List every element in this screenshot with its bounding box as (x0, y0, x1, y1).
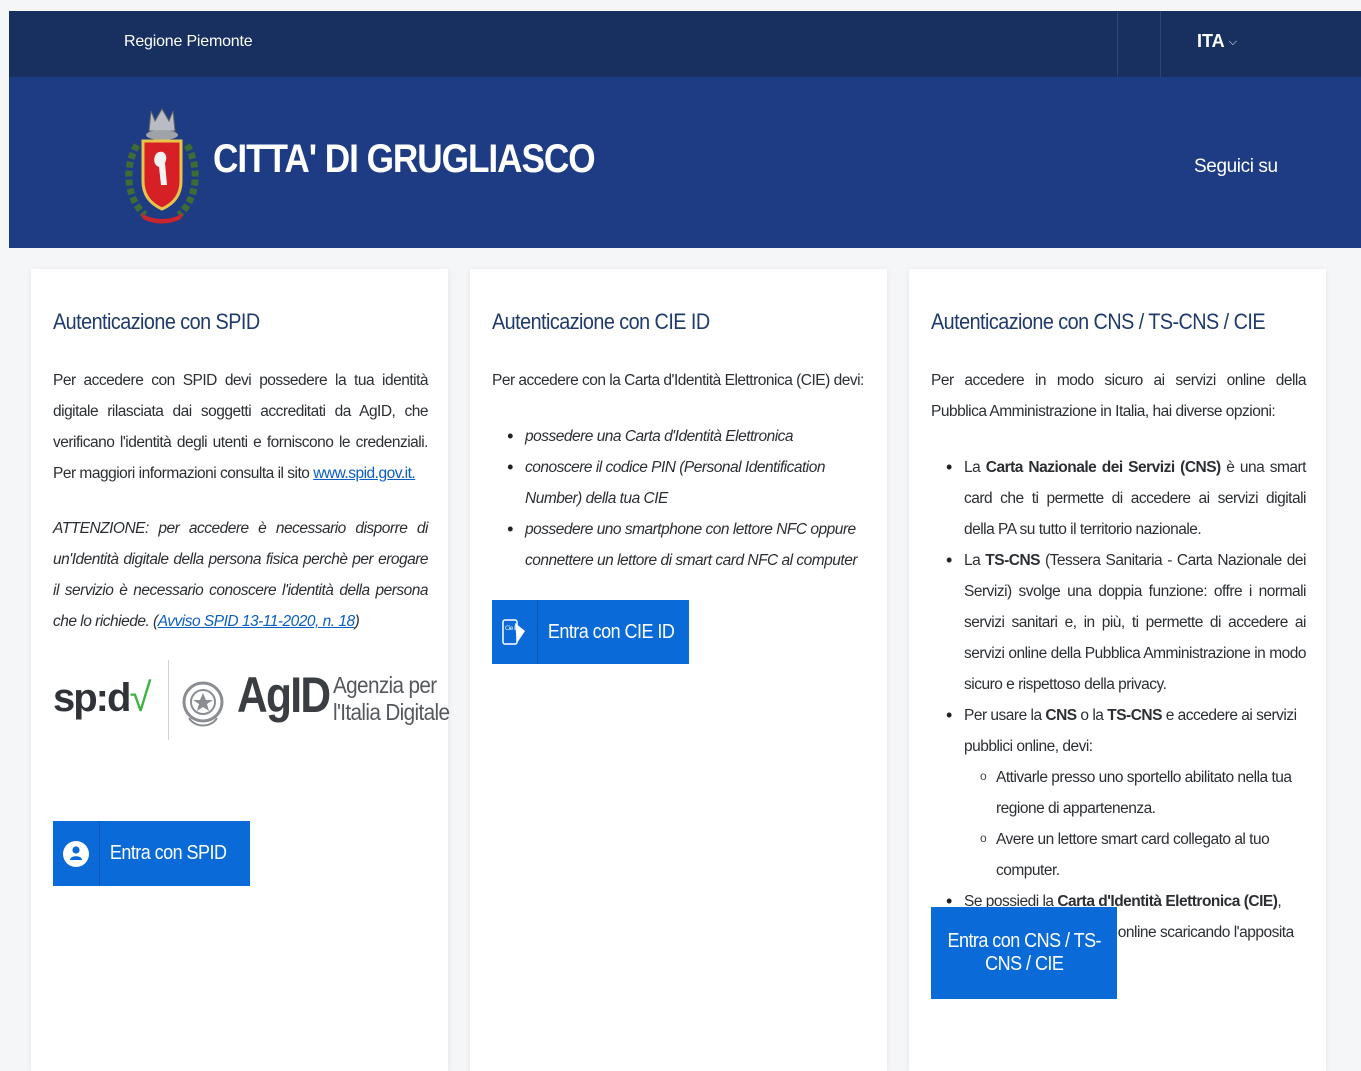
list-item: conoscere il codice PIN (Personal Identi… (507, 452, 867, 514)
cie-requirements-list: possedere una Carta d'Identità Elettroni… (492, 421, 867, 576)
cns-card: Autenticazione con CNS / TS-CNS / CIE Pe… (909, 269, 1326, 1071)
cie-card: Autenticazione con CIE ID Per accedere c… (470, 269, 887, 1071)
cns-title: Autenticazione con CNS / TS-CNS / CIE (931, 309, 1266, 334)
list-item: possedere una Carta d'Identità Elettroni… (507, 421, 867, 452)
cie-title: Autenticazione con CIE ID (492, 309, 710, 334)
list-item: La Carta Nazionale dei Servizi (CNS) è u… (946, 452, 1307, 545)
list-item: Attivarle presso uno sportello abilitato… (980, 761, 1306, 824)
cns-login-label: Entra con CNS / TS- CNS / CIE (947, 930, 1101, 975)
follow-us-label: Seguici su (1194, 156, 1278, 177)
cie-login-button[interactable]: Cie ID Entra con CIE ID (492, 600, 689, 664)
cns-login-button[interactable]: Entra con CNS / TS- CNS / CIE (931, 907, 1117, 999)
language-label: ITA (1197, 31, 1225, 51)
divider (1117, 11, 1118, 77)
language-selector[interactable]: ITA ⌵ (1197, 31, 1237, 52)
chevron-down-icon: ⌵ (1228, 36, 1238, 48)
city-crest-icon[interactable] (123, 105, 201, 227)
logo-divider (168, 660, 169, 740)
italian-republic-emblem-icon (182, 681, 224, 727)
cie-intro: Per accedere con la Carta d'Identità Ele… (492, 372, 864, 389)
list-item: possedere uno smartphone con lettore NFC… (507, 514, 867, 576)
spid-body: Per accedere con SPID devi possedere la … (53, 365, 429, 637)
list-item: Avere un lettore smart card collegato al… (980, 823, 1306, 886)
spid-agid-logos: sp:d√ AgID Agenzia per l'Italia Digitale (53, 658, 450, 742)
cie-id-icon: Cie ID (492, 600, 538, 664)
spid-intro: Per accedere con SPID devi possedere la … (53, 372, 429, 482)
agid-subtitle: Agenzia per l'Italia Digitale (333, 672, 450, 725)
agid-logo: AgID (237, 667, 331, 723)
top-bar: Regione Piemonte ITA ⌵ (9, 11, 1361, 77)
cie-body: Per accedere con la Carta d'Identità Ele… (492, 365, 867, 576)
cns-options-list: La Carta Nazionale dei Servizi (CNS) è u… (931, 452, 1307, 979)
site-title[interactable]: CITTA' DI GRUGLIASCO (213, 137, 596, 182)
spid-login-label: Entra con SPID (109, 842, 227, 864)
spid-warning: ATTENZIONE: per accedere è necessario di… (53, 520, 429, 630)
spid-site-link[interactable]: www.spid.gov.it. (313, 465, 415, 482)
spid-login-button[interactable]: Entra con SPID (53, 821, 250, 886)
user-icon (53, 821, 100, 886)
cie-login-label: Entra con CIE ID (547, 620, 674, 643)
divider (1160, 11, 1161, 77)
list-item: La TS-CNS (Tessera Sanitaria - Carta Naz… (946, 545, 1307, 700)
spid-logo: sp:d√ (53, 676, 151, 720)
spid-title: Autenticazione con SPID (53, 309, 260, 334)
cns-intro: Per accedere in modo sicuro ai servizi o… (931, 372, 1307, 420)
region-link[interactable]: Regione Piemonte (124, 33, 253, 51)
cns-sub-list: Attivarle presso uno sportello abilitato… (964, 761, 1306, 886)
site-header: CITTA' DI GRUGLIASCO Seguici su (9, 77, 1361, 248)
spid-notice-link[interactable]: Avviso SPID 13-11-2020, n. 18 (158, 613, 355, 630)
cns-body: Per accedere in modo sicuro ai servizi o… (931, 365, 1307, 979)
spid-card: Autenticazione con SPID Per accedere con… (31, 269, 450, 1071)
check-icon: √ (129, 676, 151, 720)
list-item: Per usare la CNS o la TS-CNS e accedere … (946, 700, 1306, 886)
